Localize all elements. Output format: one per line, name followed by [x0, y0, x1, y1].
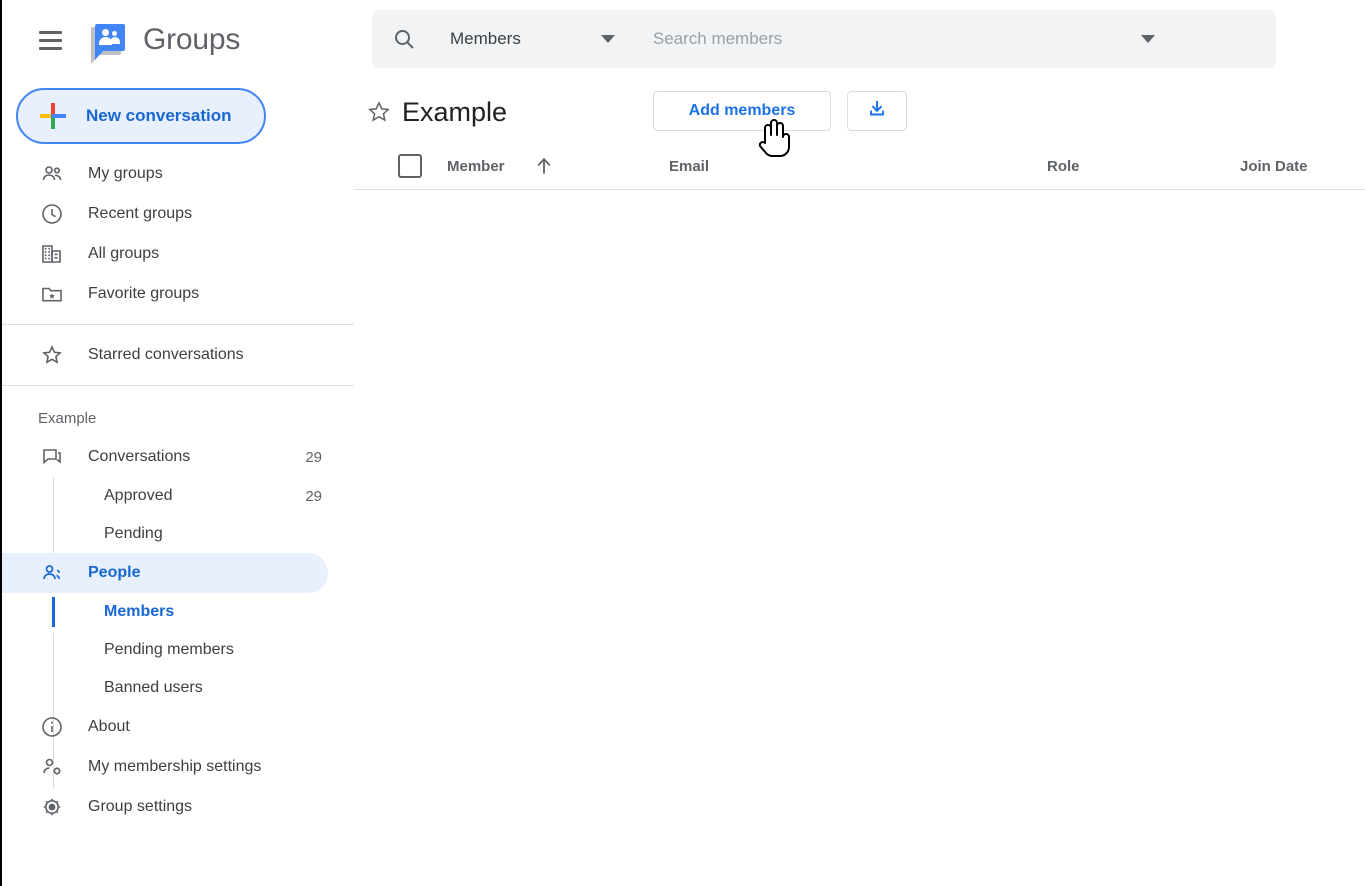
sidebar-item-banned-users[interactable]: Banned users: [2, 669, 354, 707]
main-content: Members Example Add members: [354, 0, 1365, 886]
sidebar-item-label: Banned users: [104, 679, 203, 696]
sidebar-item-label: Approved: [104, 487, 173, 504]
conversations-count: 29: [305, 448, 322, 466]
chevron-down-icon[interactable]: [600, 35, 615, 43]
download-icon: [866, 98, 888, 125]
star-outline-icon: [40, 343, 64, 367]
sidebar-item-pending-members[interactable]: Pending members: [2, 631, 354, 669]
approved-count: 29: [305, 487, 322, 505]
new-conversation-label: New conversation: [86, 106, 232, 125]
sidebar-item-favorite-groups[interactable]: Favorite groups: [2, 274, 354, 314]
arrow-up-icon[interactable]: [532, 154, 556, 178]
sidebar-item-label: Starred conversations: [88, 346, 244, 363]
sidebar-item-my-groups[interactable]: My groups: [2, 154, 354, 194]
sidebar-item-label: Group settings: [88, 798, 193, 815]
sidebar-item-about[interactable]: About: [2, 707, 354, 747]
clock-icon: [40, 202, 64, 226]
group-nav: Conversations 29 Approved 29 Pending Peo…: [2, 437, 354, 827]
sidebar-item-pending[interactable]: Pending: [2, 515, 354, 553]
search-bar[interactable]: Members: [372, 10, 1276, 68]
members-table-header: Member Email Role Join Date: [354, 144, 1365, 190]
sidebar-item-label: Conversations: [88, 448, 191, 465]
new-conversation-button[interactable]: New conversation: [16, 88, 266, 144]
sidebar-item-members[interactable]: Members: [2, 593, 354, 631]
people-icon: [40, 162, 64, 186]
divider: [2, 385, 354, 386]
divider: [2, 324, 354, 325]
column-header-join-date[interactable]: Join Date: [1240, 158, 1308, 175]
people-icon: [40, 561, 64, 585]
sidebar-item-label: All groups: [88, 245, 160, 262]
page-title-row: Example Add members: [354, 86, 1365, 138]
group-name-header: Example: [38, 410, 97, 427]
sidebar: Groups New conversation My groups Recent…: [2, 0, 354, 886]
sidebar-item-starred-conversations[interactable]: Starred conversations: [2, 335, 354, 375]
download-button[interactable]: [847, 91, 907, 131]
sidebar-item-all-groups[interactable]: All groups: [2, 234, 354, 274]
sidebar-item-label: Favorite groups: [88, 285, 200, 302]
sidebar-item-people[interactable]: People: [2, 553, 328, 593]
star-outline-icon[interactable]: [366, 99, 392, 125]
plus-icon: [40, 103, 66, 129]
sidebar-item-label: My membership settings: [88, 758, 262, 775]
brand-row: Groups: [2, 0, 354, 80]
google-groups-logo-icon: [89, 20, 129, 64]
sidebar-item-group-settings[interactable]: Group settings: [2, 787, 354, 827]
sidebar-item-approved[interactable]: Approved 29: [2, 477, 354, 515]
column-header-member[interactable]: Member: [447, 158, 505, 175]
sidebar-item-label: Recent groups: [88, 205, 193, 222]
chevron-down-icon[interactable]: [1140, 35, 1155, 43]
conversations-icon: [40, 445, 64, 469]
primary-nav: My groups Recent groups All groups Favor…: [2, 144, 354, 386]
page-title: Example: [402, 96, 508, 127]
column-header-email[interactable]: Email: [669, 158, 709, 175]
building-icon: [40, 242, 64, 266]
search-input[interactable]: [650, 28, 1131, 50]
add-members-button[interactable]: Add members: [653, 91, 831, 131]
sidebar-item-label: Pending members: [104, 641, 234, 658]
select-all-checkbox[interactable]: [398, 154, 422, 178]
app-title: Groups: [143, 23, 241, 56]
search-scope-selector[interactable]: Members: [450, 29, 521, 49]
hamburger-menu-icon[interactable]: [32, 22, 68, 58]
sidebar-item-label: Pending: [104, 525, 163, 542]
google-groups-app: Groups New conversation My groups Recent…: [0, 0, 1365, 886]
sidebar-item-recent-groups[interactable]: Recent groups: [2, 194, 354, 234]
gear-icon: [40, 795, 64, 819]
column-header-role[interactable]: Role: [1047, 158, 1080, 175]
sidebar-item-label: About: [88, 718, 130, 735]
sidebar-item-label: People: [88, 564, 141, 581]
sidebar-item-label: Members: [104, 603, 175, 620]
sidebar-item-conversations[interactable]: Conversations 29: [2, 437, 354, 477]
person-gear-icon: [40, 755, 64, 779]
sidebar-item-my-membership-settings[interactable]: My membership settings: [2, 747, 354, 787]
search-icon: [392, 27, 416, 51]
sidebar-item-label: My groups: [88, 165, 163, 182]
info-icon: [40, 715, 64, 739]
folder-star-icon: [40, 282, 64, 306]
